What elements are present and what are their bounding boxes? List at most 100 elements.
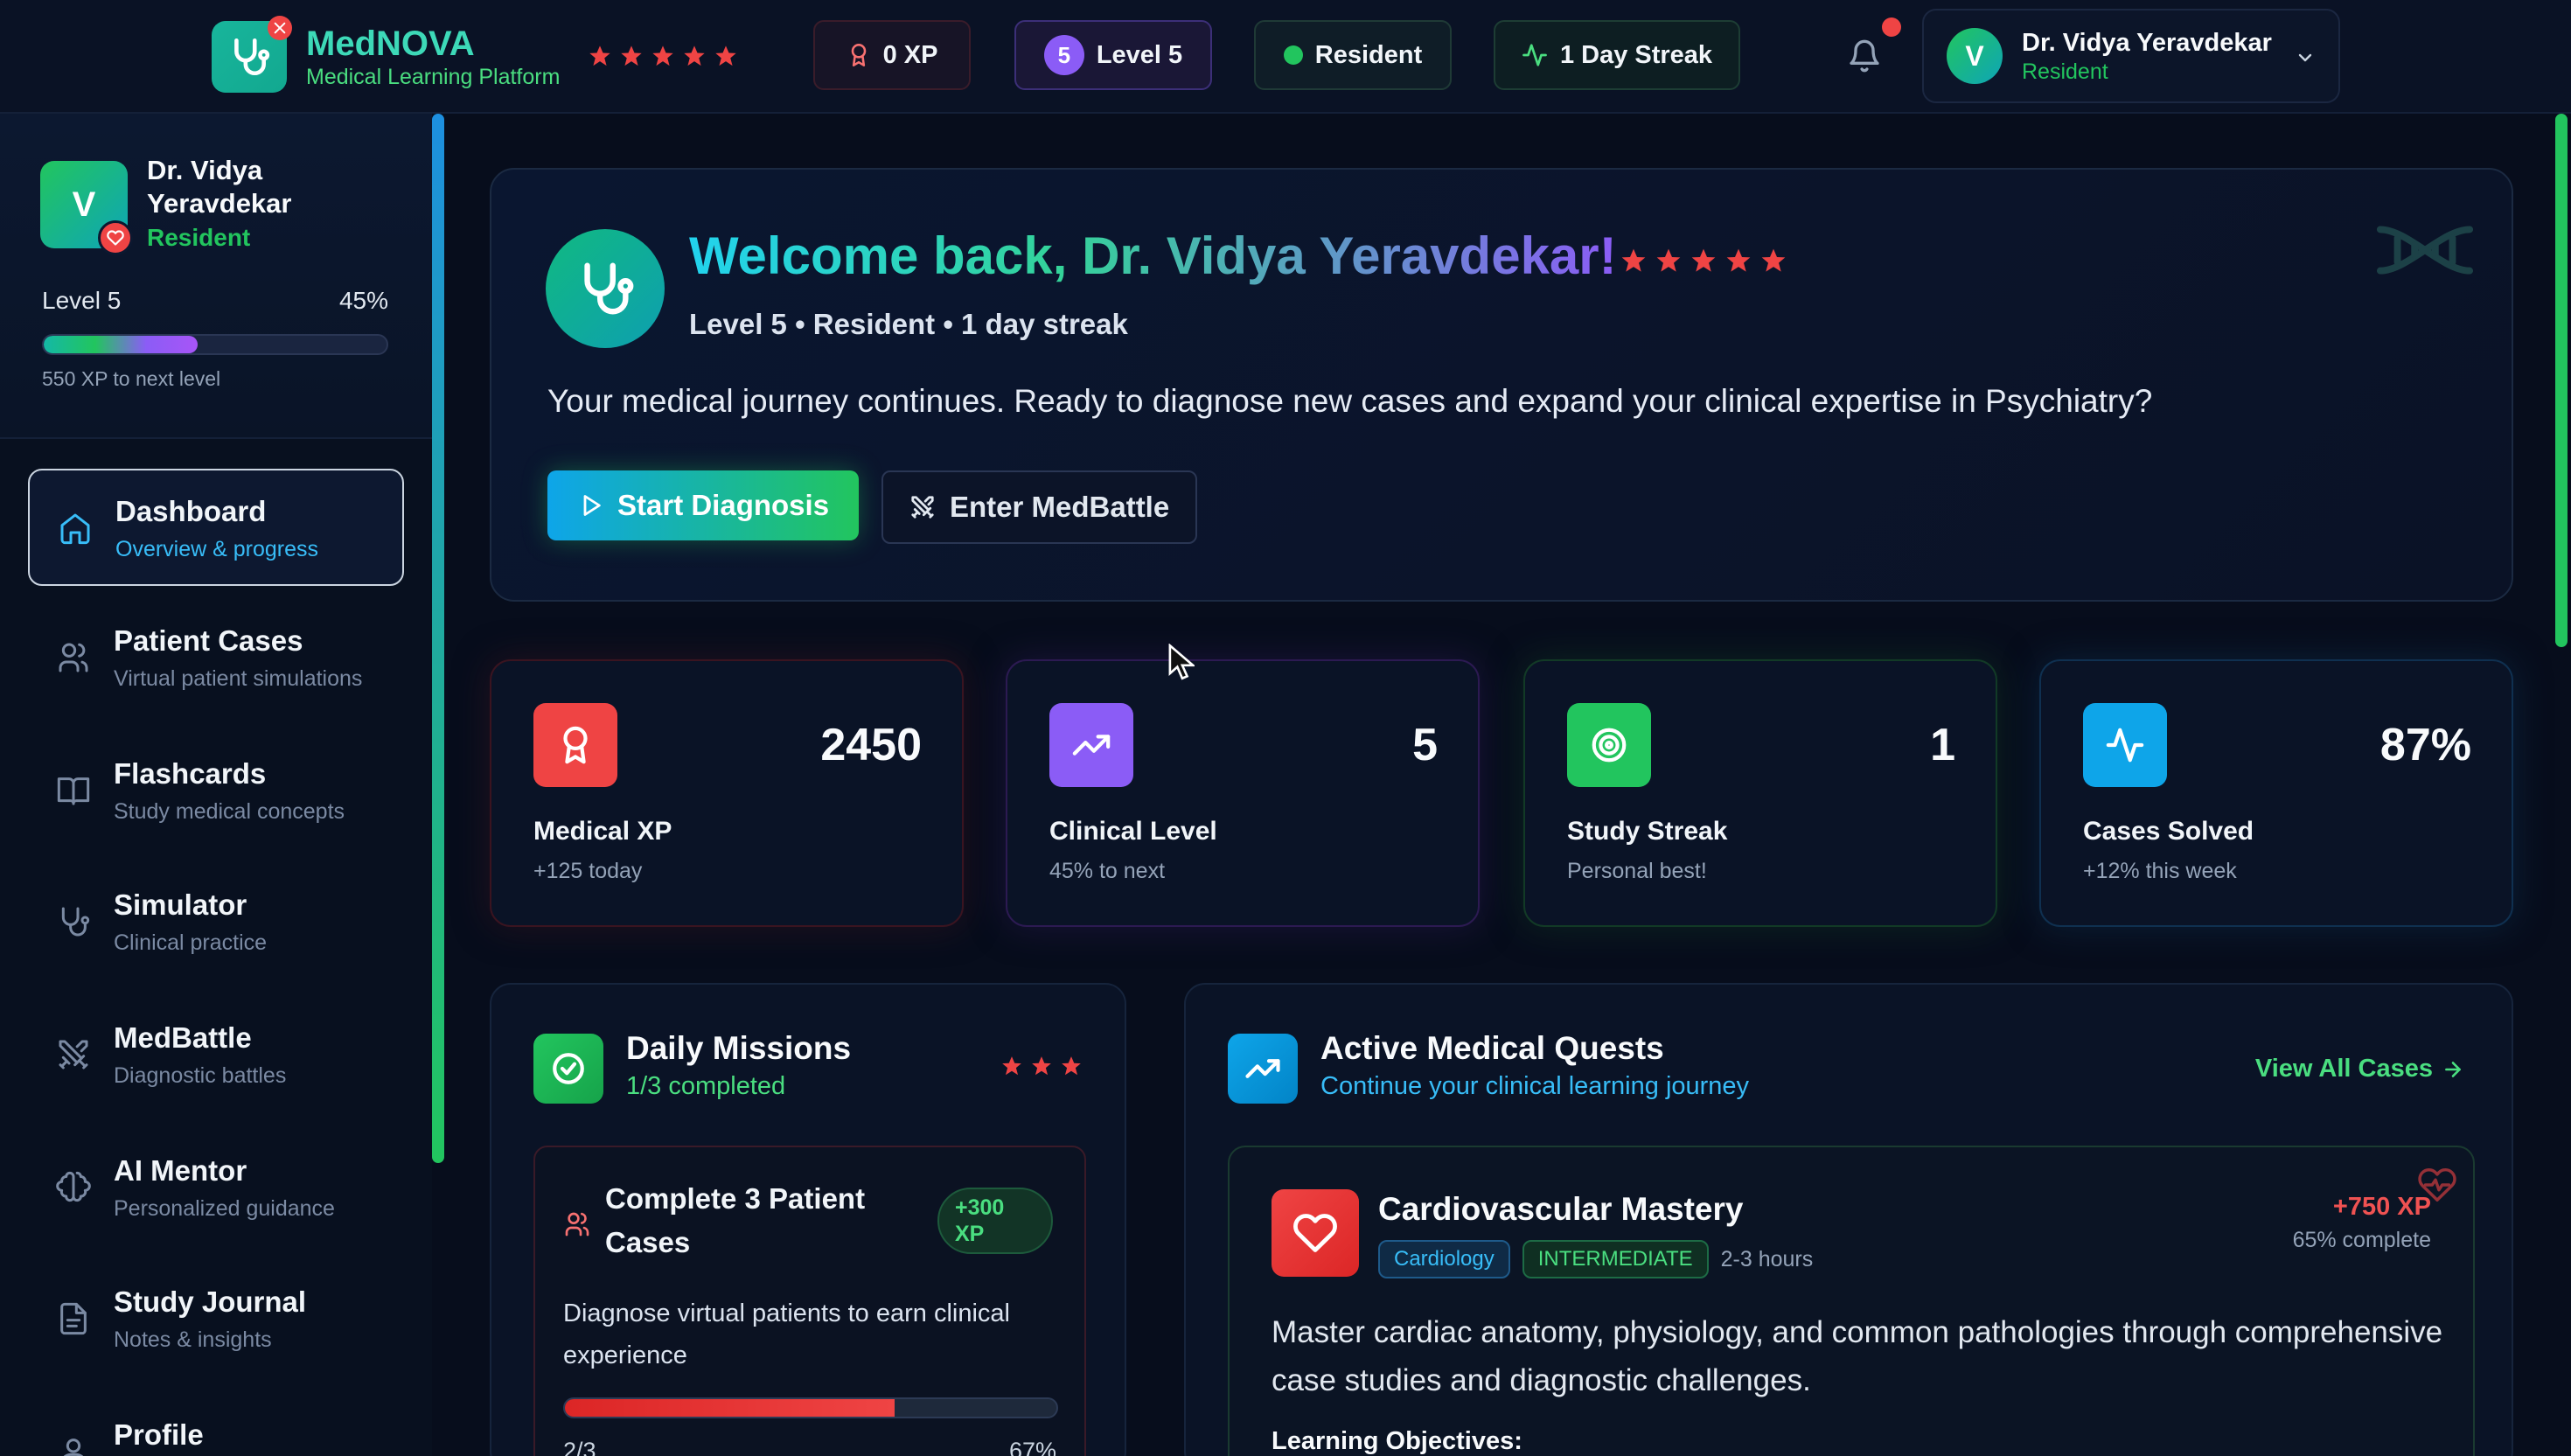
level-row: Level 5 45%	[42, 287, 388, 315]
quests-title: Active Medical Quests	[1320, 1030, 1664, 1066]
trending-up-icon	[1228, 1034, 1298, 1104]
quest-description: Master cardiac anatomy, physiology, and …	[1272, 1315, 2443, 1397]
sidebar-item-title: Profile	[114, 1418, 204, 1451]
journal-icon	[56, 1301, 91, 1336]
sidebar-item-title: Flashcards	[114, 757, 267, 791]
arrow-right-icon	[2442, 1058, 2464, 1081]
quest-xp: +750 XP	[2332, 1193, 2431, 1221]
welcome-message: Your medical journey continues. Ready to…	[547, 383, 2153, 419]
bell-icon[interactable]	[1847, 37, 1882, 75]
notification-dot	[1882, 17, 1901, 37]
stat-subtext: +125 today	[533, 859, 643, 883]
sidebar-scrollbar[interactable]	[432, 114, 444, 1163]
swords-badge-icon	[268, 16, 292, 40]
sidebar-item-ai-mentor[interactable]: AI Mentor Personalized guidance	[28, 1130, 404, 1247]
star-icon	[1655, 247, 1683, 275]
sidebar-item-flashcards[interactable]: Flashcards Study medical concepts	[28, 733, 404, 850]
sidebar-item-patient-cases[interactable]: Patient Cases Virtual patient simulations	[28, 600, 404, 717]
swords-icon	[909, 494, 936, 520]
welcome-subtitle: Level 5 • Resident • 1 day streak	[689, 308, 1128, 340]
sidebar-item-title: Dashboard	[115, 495, 267, 528]
view-all-cases-link[interactable]: View All Cases	[2255, 1055, 2464, 1083]
top-bar: MedNOVA Medical Learning Platform 0 XP 5…	[0, 0, 2571, 114]
award-icon	[533, 703, 617, 787]
mission-title: Complete 3 Patient Cases	[605, 1182, 866, 1258]
stat-label: Medical XP	[533, 817, 672, 846]
star-icon	[619, 44, 644, 68]
mouse-cursor-icon	[1168, 644, 1195, 680]
streak-label: 1 Day Streak	[1559, 40, 1713, 69]
stat-card-clinical-level[interactable]: 5 Clinical Level 45% to next	[1006, 659, 1480, 927]
page-scrollbar[interactable]	[2555, 114, 2568, 647]
status-label: Resident	[1314, 40, 1423, 69]
welcome-stars	[1620, 247, 1787, 275]
stat-card-study-streak[interactable]: 1 Study Streak Personal best!	[1523, 659, 1997, 927]
profile-card: V Dr. Vidya Yeravdekar Resident Level 5 …	[0, 114, 432, 439]
stat-card-cases-solved[interactable]: 87% Cases Solved +12% this week	[2039, 659, 2513, 927]
start-diagnosis-button[interactable]: Start Diagnosis	[547, 470, 860, 540]
activity-icon	[1522, 42, 1548, 68]
sidebar-item-title: Patient Cases	[114, 624, 303, 658]
stat-value: 87%	[2379, 720, 2471, 770]
stat-value: 5	[1412, 720, 1438, 770]
user-name: Dr. Vidya Yeravdekar	[2022, 29, 2272, 57]
xp-value: 0 XP	[882, 40, 938, 69]
quest-card[interactable]: Cardiovascular Mastery Cardiology INTERM…	[1228, 1146, 2475, 1456]
sidebar-item-profile[interactable]: Profile	[28, 1394, 404, 1456]
sidebar-item-study-journal[interactable]: Study Journal Notes & insights	[28, 1261, 404, 1378]
stat-card-medical-xp[interactable]: 2450 Medical XP +125 today	[490, 659, 964, 927]
profile-name: Dr. Vidya Yeravdekar	[147, 155, 292, 219]
brand[interactable]: MedNOVA Medical Learning Platform	[212, 16, 561, 93]
sidebar-item-simulator[interactable]: Simulator Clinical practice	[28, 864, 404, 981]
star-icon	[588, 44, 612, 68]
missions-title: Daily Missions	[626, 1030, 852, 1066]
user-menu[interactable]: V Dr. Vidya Yeravdekar Resident	[1922, 9, 2340, 103]
sidebar-item-subtitle: Clinical practice	[114, 930, 268, 956]
brand-rating-stars	[588, 44, 738, 68]
sidebar-item-title: AI Mentor	[114, 1153, 247, 1187]
quest-complete: 65% complete	[2292, 1228, 2431, 1252]
stat-value: 2450	[820, 720, 922, 770]
avatar: V	[1947, 28, 2003, 84]
xp-pill[interactable]: 0 XP	[813, 20, 971, 90]
users-icon	[563, 1210, 591, 1238]
heart-icon	[1272, 1189, 1359, 1277]
book-icon	[56, 773, 91, 808]
chevron-down-icon	[2295, 47, 2316, 68]
profile-level-percent: 45%	[338, 287, 388, 314]
sidebar-item-subtitle: Notes & insights	[114, 1327, 272, 1352]
sidebar-item-title: Simulator	[114, 888, 247, 922]
mission-progress-fill	[565, 1399, 895, 1417]
duration-text: 2-3 hours	[1720, 1246, 1814, 1271]
star-icon	[1620, 247, 1648, 275]
mission-card[interactable]: Complete 3 Patient Cases +300 XP Diagnos…	[533, 1146, 1086, 1456]
quest-title: Cardiovascular Mastery	[1378, 1191, 1744, 1227]
award-icon	[847, 43, 871, 67]
sidebar-item-title: Study Journal	[114, 1285, 307, 1318]
dna-icon	[2373, 219, 2477, 282]
stat-subtext: +12% this week	[2083, 859, 2237, 883]
sidebar-item-subtitle: Study medical concepts	[114, 799, 345, 825]
star-icon	[1690, 247, 1717, 275]
streak-pill[interactable]: 1 Day Streak	[1494, 20, 1740, 90]
stethoscope-logo-icon	[212, 16, 292, 93]
enter-medbattle-button[interactable]: Enter MedBattle	[881, 470, 1198, 544]
heart-icon	[98, 220, 133, 255]
stat-label: Clinical Level	[1049, 817, 1217, 846]
sidebar: V Dr. Vidya Yeravdekar Resident Level 5 …	[0, 114, 432, 1456]
brand-tagline: Medical Learning Platform	[306, 65, 561, 89]
level-pill[interactable]: 5 Level 5	[1014, 20, 1212, 90]
next-level-text: 550 XP to next level	[42, 367, 221, 390]
brand-name: MedNOVA	[306, 24, 475, 63]
sidebar-item-dashboard[interactable]: Dashboard Overview & progress	[28, 469, 404, 587]
users-icon	[56, 640, 91, 675]
enter-medbattle-label: Enter MedBattle	[950, 491, 1170, 523]
stat-value: 1	[1930, 720, 1955, 770]
star-icon	[1000, 1055, 1023, 1077]
sidebar-item-subtitle: Virtual patient simulations	[114, 666, 363, 692]
sidebar-item-medbattle[interactable]: MedBattle Diagnostic battles	[28, 997, 404, 1114]
status-pill[interactable]: Resident	[1254, 20, 1452, 90]
stat-subtext: Personal best!	[1567, 859, 1707, 883]
learning-objectives-heading: Learning Objectives:	[1272, 1427, 1522, 1455]
quest-tags: Cardiology INTERMEDIATE 2-3 hours	[1378, 1240, 1813, 1278]
